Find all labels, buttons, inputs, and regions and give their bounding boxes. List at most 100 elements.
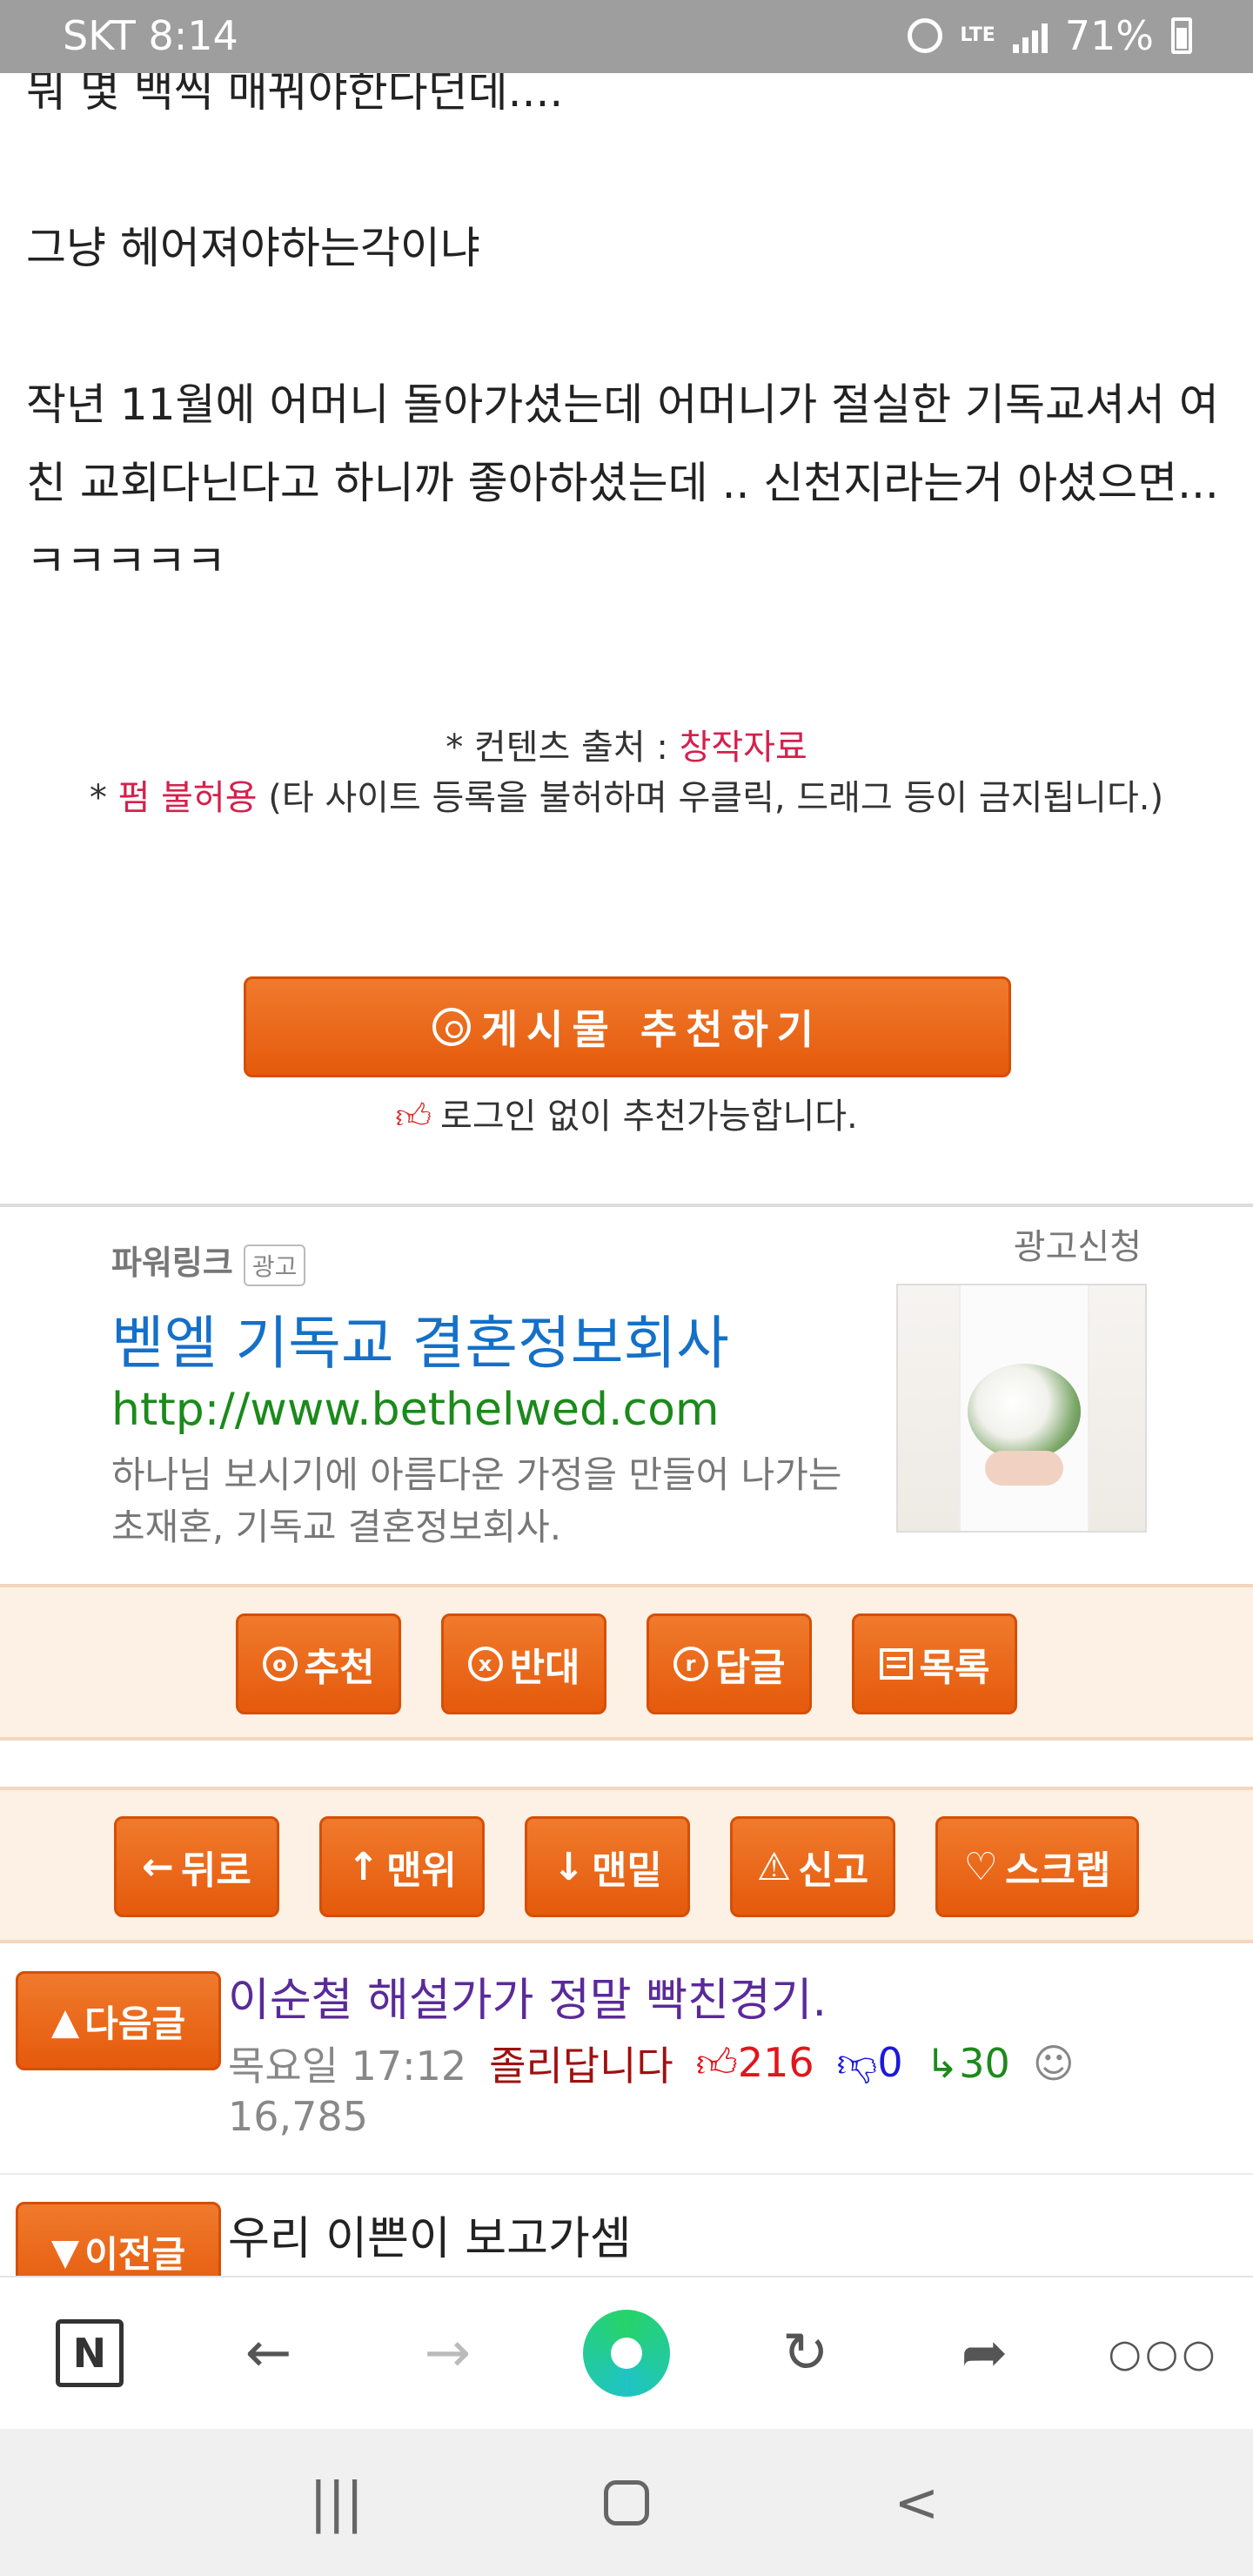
refresh-icon: ↻: [781, 2321, 829, 2385]
next-post-button-label: 다음글: [84, 2002, 186, 2045]
ad-description: 하나님 보시기에 아름다운 가정을 만들어 나가는 초재혼, 기독교 결혼정보회…: [111, 1453, 842, 1548]
carrier-time: SKT 8:14: [63, 12, 238, 59]
chevron-left-icon: <: [894, 2471, 940, 2534]
copy-policy-text: (타 사이트 등록을 불허하며 우클릭, 드래그 등이 금지됩니다.): [257, 778, 1164, 818]
recommend-post-button[interactable]: 게시물 추천하기: [244, 976, 1011, 1077]
system-nav-bar: ||| <: [0, 2429, 1253, 2576]
ad-title-link[interactable]: 벧엘 기독교 결혼정보회사: [111, 1297, 729, 1380]
reply-count: ↳30: [926, 2040, 1010, 2087]
hands-shape: [985, 1451, 1063, 1486]
post-author[interactable]: 졸리답니다: [489, 2035, 673, 2092]
reply-button[interactable]: r 답글: [647, 1613, 812, 1714]
top-button-label: 맨위: [385, 1848, 457, 1893]
prev-post-title[interactable]: 우리 이쁜이 보고가셈: [228, 2202, 632, 2267]
scrap-button[interactable]: ♡ 스크랩: [935, 1816, 1139, 1917]
arrow-right-icon: →: [424, 2321, 472, 2385]
status-icons: LTE 71%: [908, 12, 1192, 59]
arrow-up-icon: ↑: [347, 1844, 379, 1889]
green-dot-icon: [582, 2310, 670, 2397]
back-nav-button[interactable]: ←: [217, 2301, 321, 2405]
view-count: 16,785: [228, 2093, 368, 2140]
ad-url-link[interactable]: http://www.bethelwed.com: [111, 1384, 720, 1436]
share-button[interactable]: ➦: [932, 2301, 1036, 2405]
next-post-title[interactable]: 이순철 해설가가 정말 빡친경기.: [228, 1963, 827, 2029]
back-button[interactable]: ← 뒤로: [114, 1816, 279, 1917]
oppose-icon: x: [467, 1647, 503, 1681]
more-button[interactable]: ○○○: [1108, 2301, 1219, 2405]
browser-toolbar: N ← → ↻ ➦ ○○○: [0, 2276, 1253, 2429]
top-button[interactable]: ↑ 맨위: [319, 1816, 485, 1917]
arrow-down-icon: ↓: [553, 1844, 585, 1889]
upvote-value: 216: [737, 2039, 814, 2086]
more-dots-icon: ○○○: [1108, 2331, 1219, 2376]
post-actions-bar: o 추천 x 반대 r 답글 목록: [0, 1584, 1253, 1741]
triangle-up-icon: ▲: [50, 1999, 80, 2043]
next-post-meta: 목요일 17:12 졸리답니다 👍︎216 👎︎0 ↳30 ☺: [228, 2035, 1075, 2092]
home-button[interactable]: [574, 2479, 679, 2526]
downvote-count: 👎︎0: [837, 2039, 903, 2088]
ad-tag: 광고: [243, 1244, 306, 1286]
battery-percent: 71%: [1064, 12, 1154, 59]
recommend-note: 👍︎ 로그인 없이 추천가능합니다.: [0, 1088, 1253, 1138]
post-time: 목요일 17:12: [228, 2043, 467, 2090]
system-back-button[interactable]: <: [864, 2471, 968, 2534]
views-icon: ☺: [1032, 2040, 1075, 2087]
bottom-button[interactable]: ↓ 맨밑: [525, 1816, 690, 1917]
upvote-count: 👍︎216: [696, 2039, 814, 2088]
list-button[interactable]: 목록: [852, 1613, 1017, 1714]
report-button[interactable]: ⚠ 신고: [730, 1816, 895, 1917]
n-icon: N: [55, 2319, 124, 2387]
reply-icon: r: [673, 1647, 708, 1681]
arrow-left-icon: ←: [245, 2321, 292, 2385]
thumbs-down-icon: 👎︎: [836, 2039, 878, 2086]
source-label: * 컨텐츠 출처 :: [446, 728, 680, 768]
bottom-button-label: 맨밑: [591, 1848, 662, 1893]
bouquet-shape: [968, 1364, 1081, 1459]
next-post-button[interactable]: ▲ 다음글: [16, 1971, 221, 2070]
recommend-button[interactable]: o 추천: [236, 1613, 401, 1714]
divider: [0, 1204, 1253, 1207]
recommend-button-label: 추천: [304, 1646, 375, 1690]
naver-home-button[interactable]: N: [37, 2301, 142, 2405]
copy-policy-link[interactable]: 펌 불허용: [118, 778, 258, 818]
ad-image[interactable]: [896, 1284, 1147, 1533]
home-icon: [603, 2479, 649, 2526]
signal-icon: [1012, 18, 1048, 53]
heart-icon: ♡: [963, 1844, 998, 1889]
refresh-button[interactable]: ↻: [754, 2301, 858, 2405]
recent-apps-button[interactable]: |||: [285, 2471, 389, 2534]
status-bar: SKT 8:14 LTE 71%: [0, 0, 1253, 73]
triangle-down-icon: ▼: [50, 2230, 80, 2273]
share-icon: ➦: [961, 2321, 1008, 2385]
oppose-button[interactable]: x 반대: [441, 1613, 606, 1714]
list-button-label: 목록: [919, 1646, 990, 1690]
forward-nav-button[interactable]: →: [395, 2301, 499, 2405]
recommend-icon: o: [262, 1647, 298, 1681]
list-icon: [879, 1648, 913, 1680]
page-nav-bar: ← 뒤로 ↑ 맨위 ↓ 맨밑 ⚠ 신고 ♡ 스크랩: [0, 1787, 1253, 1943]
green-dot-button[interactable]: [574, 2301, 679, 2405]
scrap-button-label: 스크랩: [1005, 1848, 1111, 1893]
report-button-label: 신고: [798, 1848, 869, 1893]
recent-apps-icon: |||: [309, 2471, 364, 2534]
reply-arrow-icon: ↳: [925, 2040, 960, 2087]
powerlink-label: 파워링크 광고: [111, 1236, 306, 1286]
downvote-value: 0: [877, 2039, 903, 2086]
post-divider: [0, 2173, 1253, 2175]
article-paragraph: 작년 11월에 어머니 돌아가셨는데 어머니가 절실한 기독교셔서 여친 교회다…: [26, 379, 1219, 587]
reply-value: 30: [959, 2040, 1010, 2087]
recommend-icon: [432, 1008, 471, 1046]
thumbs-up-icon: 👍︎: [395, 1097, 432, 1137]
thumbs-up-icon: 👍︎: [695, 2039, 738, 2086]
ad-apply-link[interactable]: 광고신청: [1014, 1218, 1142, 1269]
arrow-left-icon: ←: [142, 1844, 174, 1889]
recommend-note-text: 로그인 없이 추천가능합니다.: [440, 1097, 858, 1137]
powerlink-text: 파워링크: [111, 1244, 233, 1282]
prev-post-button-label: 이전글: [84, 2232, 186, 2276]
source-note: * 컨텐츠 출처 : 창작자료 * 펌 불허용 (타 사이트 등록을 불허하며 …: [0, 722, 1253, 823]
article-body: 뭐 몇 백씩 매꿔야한다던데.... 그냥 헤어져야하는각이냐 작년 11월에 …: [26, 52, 1236, 600]
copy-prefix: *: [89, 778, 118, 818]
source-link[interactable]: 창작자료: [680, 728, 807, 768]
reply-button-label: 답글: [714, 1646, 786, 1690]
report-icon: ⚠: [756, 1844, 792, 1889]
